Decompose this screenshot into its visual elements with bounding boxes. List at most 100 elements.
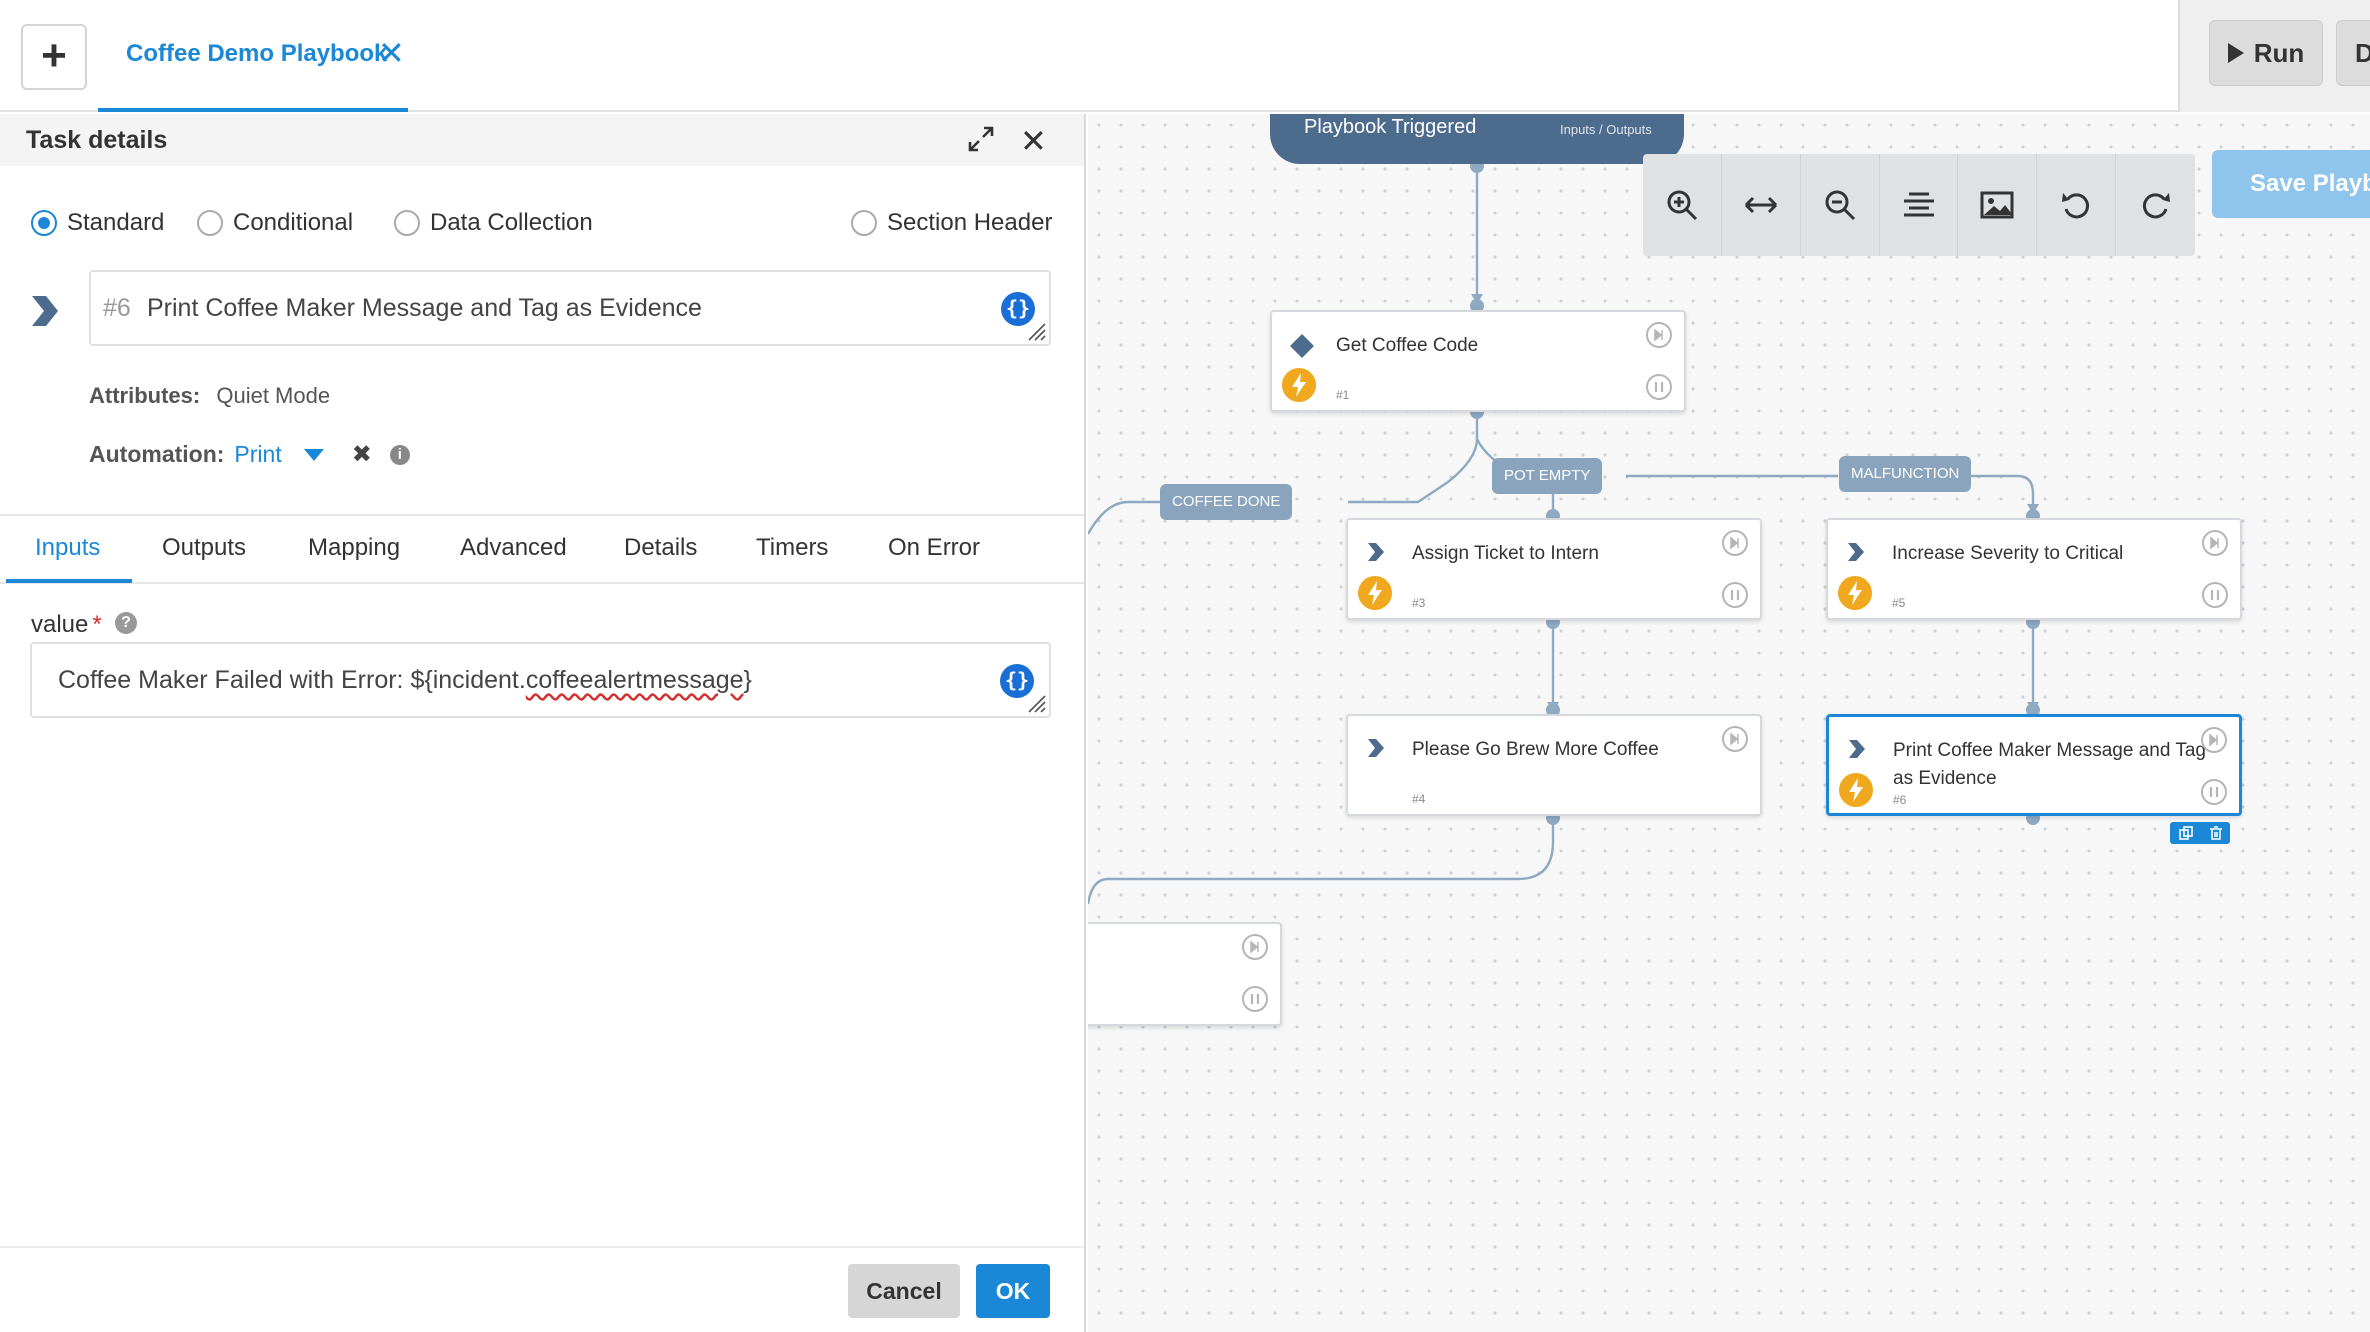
align-icon (1903, 192, 1934, 217)
tab-details[interactable]: Details (624, 534, 697, 562)
attributes-value: Quiet Mode (216, 383, 331, 408)
value-resize-grip-icon[interactable] (1025, 692, 1047, 714)
fit-width-icon (1744, 196, 1777, 214)
save-playbook-button[interactable]: Save Playbook (2212, 150, 2370, 218)
radio-section-header[interactable]: Section Header (851, 209, 1052, 237)
node-number: #5 (1892, 596, 1906, 610)
task-node-6[interactable]: Print Coffee Maker Message and Tag as Ev… (1826, 714, 2242, 816)
radio-standard[interactable]: Standard (31, 209, 164, 237)
close-panel-icon[interactable]: ✕ (1020, 122, 1047, 160)
fit-width-button[interactable] (1722, 154, 1801, 256)
tab-timers[interactable]: Timers (756, 534, 828, 562)
debug-button[interactable]: D (2336, 20, 2370, 86)
pause-icon[interactable] (2202, 582, 2228, 608)
condition-malfunction[interactable]: MALFUNCTION (1839, 456, 1972, 492)
skip-icon[interactable] (1242, 934, 1268, 960)
pause-icon[interactable] (2201, 779, 2227, 805)
node-number: #3 (1412, 596, 1426, 610)
condition-pot-empty[interactable]: POT EMPTY (1492, 458, 1603, 494)
help-icon[interactable]: ? (115, 612, 137, 634)
task-tabs: Inputs Outputs Mapping Advanced Details … (0, 516, 1084, 584)
undo-button[interactable] (2037, 154, 2117, 256)
zoom-out-button[interactable] (1801, 154, 1880, 256)
info-icon[interactable]: i (389, 444, 410, 465)
canvas-toolbar (1643, 154, 2195, 256)
pause-icon[interactable] (1722, 582, 1748, 608)
remove-automation-icon[interactable]: ✖ (352, 440, 372, 469)
tab-title: Coffee Demo Playbook (126, 40, 388, 67)
caret-down-icon[interactable] (303, 448, 324, 461)
radio-conditional-dot[interactable] (197, 210, 223, 236)
attributes-row: Attributes: Quiet Mode (89, 383, 330, 409)
tab-coffee-demo-playbook[interactable]: Coffee Demo Playbook ✕ (98, 0, 408, 112)
resize-grip-icon[interactable] (1025, 320, 1047, 342)
top-bar: + Coffee Demo Playbook ✕ Run D (0, 0, 2370, 112)
align-button[interactable] (1880, 154, 1959, 256)
task-node-3[interactable]: Assign Ticket to Intern #3 (1346, 518, 1762, 620)
image-button[interactable] (1958, 154, 2038, 256)
skip-icon[interactable] (1646, 322, 1672, 348)
value-input[interactable]: Coffee Maker Failed with Error: ${incide… (30, 642, 1051, 718)
tab-on-error[interactable]: On Error (888, 534, 980, 562)
radio-data-collection-dot[interactable] (394, 210, 420, 236)
task-node-4[interactable]: Please Go Brew More Coffee #4 (1346, 714, 1762, 816)
chevron-right-icon (1368, 739, 1384, 757)
radio-conditional[interactable]: Conditional (197, 209, 353, 237)
task-node-partial[interactable] (1088, 922, 1282, 1026)
inputs-outputs-link[interactable]: Inputs / Outputs (1560, 122, 1652, 137)
cancel-button[interactable]: Cancel (848, 1264, 960, 1318)
tab-inputs[interactable]: Inputs (35, 534, 100, 562)
skip-icon[interactable] (1722, 726, 1748, 752)
panel-title: Task details (26, 126, 168, 154)
pause-icon[interactable] (1242, 986, 1268, 1012)
redo-button[interactable] (2116, 154, 2195, 256)
expand-icon[interactable] (966, 124, 996, 154)
radio-data-collection[interactable]: Data Collection (394, 209, 593, 237)
skip-icon[interactable] (2202, 530, 2228, 556)
ok-button[interactable]: OK (976, 1264, 1050, 1318)
task-details-panel: Task details ✕ Standard Conditional Data… (0, 114, 1086, 1332)
tab-advanced[interactable]: Advanced (460, 534, 567, 562)
pause-icon[interactable] (1646, 374, 1672, 400)
diamond-icon (1290, 334, 1314, 358)
required-marker: * (92, 611, 102, 638)
skip-icon[interactable] (2201, 727, 2227, 753)
value-text-suffix: } (743, 666, 752, 694)
radio-section-header-dot[interactable] (851, 210, 877, 236)
value-label-text: value (31, 611, 89, 638)
value-text-misspelled: coffeealertmessage (525, 666, 744, 694)
node-number: #4 (1412, 792, 1426, 806)
trigger-title: Playbook Triggered (1304, 116, 1477, 138)
task-name-field[interactable]: #6 Print Coffee Maker Message and Tag as… (89, 270, 1051, 346)
automation-row: Automation: Print ✖ i (89, 440, 410, 469)
node-title: Increase Severity to Critical (1892, 543, 2124, 564)
value-label: value * (31, 611, 102, 639)
task-node-1[interactable]: Get Coffee Code #1 (1270, 310, 1686, 412)
tab-outputs[interactable]: Outputs (162, 534, 246, 562)
run-button[interactable]: Run (2209, 20, 2323, 86)
add-tab-button[interactable]: + (21, 24, 87, 90)
node-number: #6 (1893, 793, 1907, 807)
automation-value-link[interactable]: Print (234, 441, 281, 468)
run-toolbar: Run D (2178, 0, 2370, 112)
tab-close-icon[interactable]: ✕ (378, 34, 405, 72)
undo-icon (2062, 193, 2090, 219)
task-number: #6 (103, 294, 131, 322)
copy-icon[interactable] (2178, 825, 2194, 841)
radio-standard-dot[interactable] (31, 210, 57, 236)
node-actions (2170, 822, 2230, 844)
playbook-canvas[interactable]: Playbook Triggered Inputs / Outputs Save… (1088, 114, 2370, 1332)
task-node-5[interactable]: Increase Severity to Critical #5 (1826, 518, 2242, 620)
condition-coffee-done[interactable]: COFFEE DONE (1160, 484, 1293, 520)
zoom-in-button[interactable] (1643, 154, 1722, 256)
task-name-text: Print Coffee Maker Message and Tag as Ev… (147, 294, 702, 322)
skip-icon[interactable] (1722, 530, 1748, 556)
lightning-icon (1358, 576, 1392, 610)
playbook-triggered-node[interactable]: Playbook Triggered Inputs / Outputs (1270, 114, 1684, 164)
value-text-prefix: Coffee Maker Failed with Error: ${incide… (58, 666, 526, 694)
chevron-right-icon (32, 296, 58, 326)
tab-mapping[interactable]: Mapping (308, 534, 400, 562)
zoom-in-icon (1667, 190, 1697, 221)
trash-icon[interactable] (2209, 825, 2223, 841)
run-label: Run (2253, 37, 2305, 68)
